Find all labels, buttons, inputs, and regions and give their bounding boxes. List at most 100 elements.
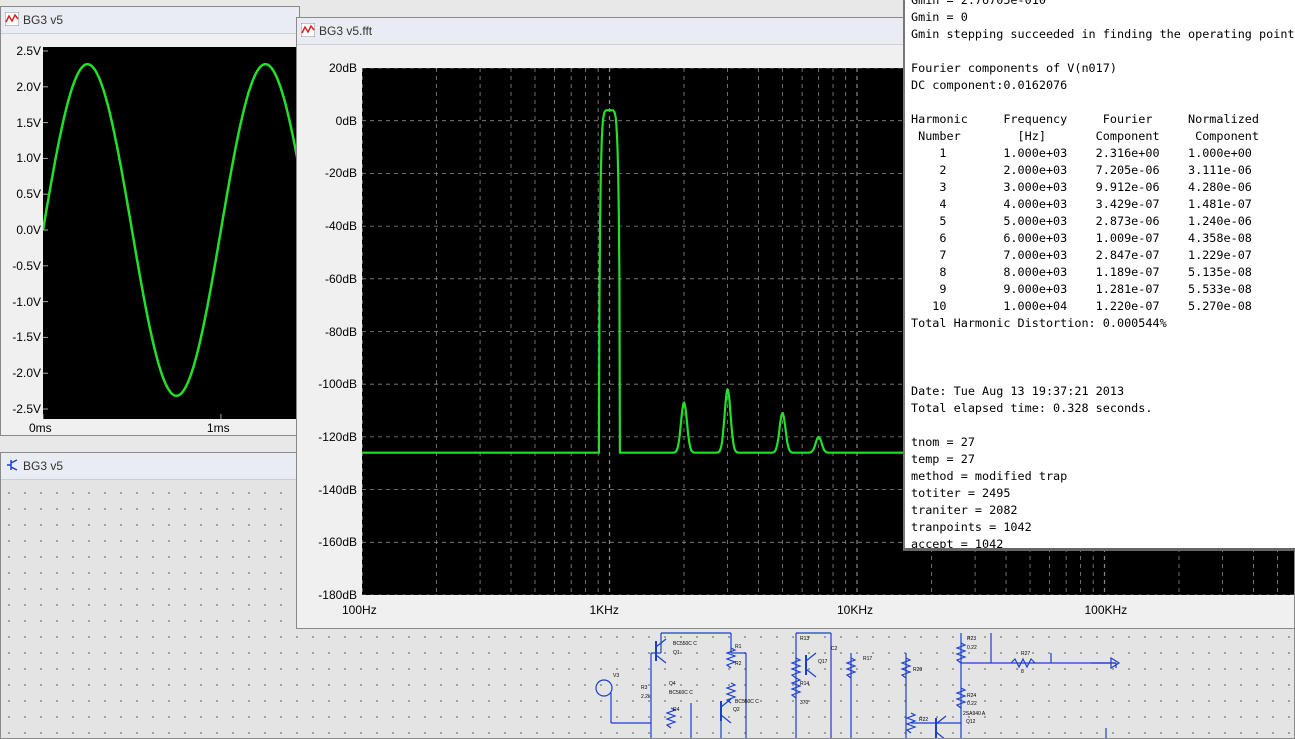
schematic-resistor bbox=[725, 682, 737, 704]
fft-x-tick-label: 100KHz bbox=[1084, 603, 1128, 617]
schematic-component-label: BC560C C bbox=[669, 690, 693, 696]
log-line: temp = 27 bbox=[911, 452, 975, 466]
waveform-chart bbox=[41, 50, 299, 419]
schematic-transistor bbox=[805, 668, 817, 678]
schematic-component-label: BC550C C bbox=[735, 699, 759, 705]
waveform-window-titlebar[interactable]: BG3 v5 bbox=[1, 7, 299, 34]
log-line: traniter = 2082 bbox=[911, 503, 1018, 517]
fft-y-tick-label: -80dB bbox=[324, 324, 357, 339]
waveform-trace bbox=[41, 62, 299, 398]
schematic-transistor bbox=[655, 654, 667, 664]
waveform-x-tick-label: 1ms bbox=[206, 421, 230, 435]
waveform-y-tick-label: -1.5V bbox=[12, 330, 41, 345]
schematic-component-label: C2 bbox=[831, 646, 838, 652]
schematic-component-label: 2.2k bbox=[641, 694, 651, 700]
schematic-component-label: R20 bbox=[913, 667, 922, 673]
waveform-y-tick-label: 2.0V bbox=[16, 79, 41, 94]
waveform-y-tick-label: -0.5V bbox=[12, 258, 41, 273]
schematic-component-label: Q4 bbox=[669, 681, 676, 687]
fft-y-tick-label: -160dB bbox=[318, 535, 357, 550]
schematic-component-label: R23 bbox=[967, 636, 976, 642]
log-line: Date: Tue Aug 13 19:37:21 2013 bbox=[911, 384, 1125, 398]
schematic-component-label: Q1 bbox=[673, 650, 680, 656]
log-line: Total Harmonic Distortion: 0.000544% bbox=[911, 316, 1167, 330]
fft-x-tick-label: 10KHz bbox=[837, 603, 874, 617]
log-line: 9 9.000e+03 1.281e-07 5.533e-08 bbox=[911, 282, 1252, 296]
log-line: 2 2.000e+03 7.205e-06 3.111e-06 bbox=[911, 163, 1252, 177]
waveform-y-tick-label: 2.5V bbox=[16, 44, 41, 58]
log-line: Total elapsed time: 0.328 seconds. bbox=[911, 401, 1153, 415]
schematic-transistor bbox=[805, 652, 817, 662]
waveform-x-tick-label: 0ms bbox=[29, 421, 52, 435]
schematic-component-label: R13 bbox=[800, 636, 809, 642]
log-line: totiter = 2495 bbox=[911, 486, 1011, 500]
waveform-y-tick-label: 0.0V bbox=[16, 223, 41, 237]
schematic-component-label: 0.22 bbox=[967, 645, 977, 651]
fft-y-tick-label: 0dB bbox=[335, 113, 357, 128]
log-line: 3 3.000e+03 9.912e-06 4.280e-06 bbox=[911, 180, 1252, 194]
fft-x-tick-label: 1KHz bbox=[589, 603, 619, 617]
schematic-component-label: Q17 bbox=[818, 659, 828, 665]
waveform-y-tick-label: 0.5V bbox=[16, 187, 41, 202]
waveform-plot-area[interactable] bbox=[41, 47, 299, 419]
fft-y-tick-label: -20dB bbox=[324, 166, 357, 181]
fft-y-tick-label: -40dB bbox=[324, 219, 357, 234]
log-line: Number [Hz] Component Component bbox=[911, 129, 1260, 143]
schematic-transistor bbox=[720, 698, 732, 708]
waveform-y-tick-label: 1.5V bbox=[16, 115, 41, 130]
schematic-component-label: Q2 bbox=[733, 707, 740, 713]
schematic-component-label: R27 bbox=[1021, 651, 1030, 657]
waveform-icon bbox=[5, 12, 19, 26]
log-line: 6 6.000e+03 1.009e-07 4.358e-08 bbox=[911, 231, 1252, 245]
spice-log-text: Gmin = 2.76705e-010 Gmin = 0 Gmin stepping… bbox=[905, 0, 1295, 551]
log-line: Harmonic Frequency Fourier Normalized bbox=[911, 112, 1260, 126]
fft-y-tick-label: -100dB bbox=[318, 377, 357, 392]
log-line: 1 1.000e+03 2.316e+00 1.000e+00 bbox=[911, 146, 1252, 160]
schematic-resistor bbox=[725, 647, 737, 669]
schematic-component-label: R2 bbox=[735, 661, 742, 667]
schematic-transistor bbox=[935, 731, 945, 738]
waveform-window-title: BG3 v5 bbox=[23, 13, 64, 27]
log-line: 7 7.000e+03 2.847e-07 1.229e-07 bbox=[911, 248, 1252, 262]
schematic-component-label: BC550C C bbox=[673, 641, 697, 647]
schematic-component-label: R24 bbox=[967, 693, 976, 699]
schematic-component-label: R3 bbox=[641, 685, 648, 691]
log-line: tnom = 27 bbox=[911, 435, 975, 449]
schematic-voltage-source bbox=[595, 679, 613, 697]
schematic-component-label: R1 bbox=[735, 644, 742, 650]
schematic-component-label: R22 bbox=[919, 717, 928, 723]
log-line: Gmin stepping succeeded in finding the o… bbox=[911, 27, 1295, 41]
schematic-component-label: Q12 bbox=[966, 719, 976, 725]
spice-log-window[interactable]: Gmin = 2.76705e-010 Gmin = 0 Gmin stepping… bbox=[903, 0, 1295, 551]
schematic-component-label: R4 bbox=[673, 707, 680, 713]
log-line: 10 1.000e+04 1.220e-07 5.270e-08 bbox=[911, 299, 1252, 313]
log-line: accept = 1042 bbox=[911, 537, 1004, 551]
fft-y-tick-label: -120dB bbox=[318, 429, 357, 444]
schematic-component-label: 370 bbox=[800, 700, 809, 706]
fft-y-tick-label: -180dB bbox=[318, 588, 357, 602]
log-line: method = modified trap bbox=[911, 469, 1068, 483]
fft-y-tick-label: -140dB bbox=[318, 482, 357, 497]
log-line: tranpoints = 1042 bbox=[911, 520, 1032, 534]
fft-y-tick-label: -60dB bbox=[324, 271, 357, 286]
log-line: 8 8.000e+03 1.189e-07 5.135e-08 bbox=[911, 265, 1252, 279]
schematic-component-label: 8 bbox=[1021, 669, 1024, 675]
waveform-icon bbox=[301, 23, 315, 37]
schematic-transistor bbox=[720, 714, 732, 724]
log-line: Gmin = 2.76705e-010 bbox=[911, 0, 1046, 7]
fft-y-tick-label: 20dB bbox=[328, 61, 357, 75]
waveform-y-tick-label: -2.5V bbox=[12, 402, 41, 416]
schematic-component-label: R17 bbox=[863, 656, 872, 662]
log-line: 5 5.000e+03 2.873e-06 1.240e-06 bbox=[911, 214, 1252, 228]
log-line: Gmin = 0 bbox=[911, 10, 968, 24]
log-line: Fourier components of V(n017) bbox=[911, 61, 1117, 75]
waveform-y-tick-label: -2.0V bbox=[12, 366, 41, 381]
schematic-component-label: V3 bbox=[613, 673, 619, 679]
waveform-window[interactable]: BG3 v5 2.5V 2.0V 1.5V 1.0V 0.5V 0.0V -0.5V -1.0… bbox=[0, 6, 300, 436]
